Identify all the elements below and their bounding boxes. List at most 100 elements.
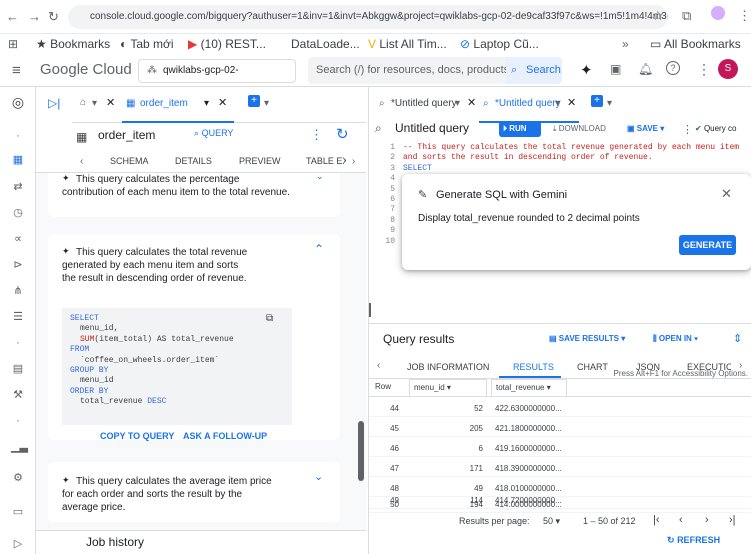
chevron-left-icon[interactable]: ‹ [80, 156, 83, 167]
new-tab-icon[interactable]: + [248, 95, 260, 107]
profile-icon[interactable] [711, 6, 725, 20]
tab-untitled-query-1[interactable]: ⌕ *Untitled query ▾ ✕ [375, 87, 476, 123]
bookmark-item[interactable]: V List All Tim... [368, 37, 447, 51]
tab-schema[interactable]: SCHEMA [110, 156, 149, 166]
all-bookmarks[interactable]: ▭ All Bookmarks [650, 37, 741, 51]
tab-menu-icon[interactable]: ▾ [204, 98, 209, 109]
tab-table-explorer[interactable]: TABLE EX [306, 156, 346, 166]
chevron-right-icon[interactable]: › [739, 360, 742, 371]
save-results-button[interactable]: ▤ SAVE RESULTS ▾ [549, 334, 625, 343]
chevron-down-icon[interactable]: ⌄ [314, 470, 323, 483]
ask-follow-up-button[interactable]: ASK A FOLLOW-UP [183, 431, 267, 441]
close-tab-icon[interactable]: ✕ [567, 96, 576, 109]
prompt-input[interactable]: Display total_revenue rounded to 2 decim… [418, 213, 640, 224]
wrench-icon[interactable]: ⚒ [11, 388, 25, 402]
reload-icon[interactable]: ↻ [48, 9, 59, 25]
tab-menu-icon[interactable]: ▾ [455, 98, 460, 109]
settings-icon[interactable]: ⚙ [11, 471, 25, 485]
editor-resize-handle[interactable] [369, 303, 371, 317]
bookmark-item[interactable]: DataLoade... [291, 37, 360, 51]
google-cloud-logo[interactable]: Google Cloud [40, 61, 132, 78]
tab-preview[interactable]: PREVIEW [239, 156, 281, 166]
pipeline-icon[interactable]: ∝ [11, 232, 25, 246]
chart-icon[interactable]: ▁▃ [11, 440, 28, 454]
tab-order-item[interactable]: ▦ order_item ▾ ✕ [122, 87, 234, 123]
gemini-icon[interactable]: ✦ [580, 61, 593, 79]
first-page-icon[interactable]: |‹ [653, 514, 660, 526]
prev-page-icon[interactable]: ‹ [679, 514, 683, 526]
tab-job-information[interactable]: JOB INFORMATION [407, 362, 489, 372]
home-icon[interactable]: ⌂ [80, 97, 86, 108]
bookmark-item[interactable]: ★ Bookmarks [36, 37, 110, 51]
tab-menu-icon[interactable]: ▾ [555, 98, 560, 109]
table-row[interactable]: 46 6 419.1600000000... [369, 441, 751, 457]
menu-icon[interactable]: ⋮ [738, 8, 751, 24]
extensions-icon[interactable]: ⧉ [682, 8, 691, 24]
more-icon[interactable]: ⋮ [310, 127, 323, 143]
chevron-left-icon[interactable]: ‹ [377, 360, 380, 371]
copy-to-query-button[interactable]: COPY TO QUERY [100, 431, 174, 441]
query-button[interactable]: ⌕ QUERY [194, 128, 233, 139]
more-icon[interactable]: ⋮ [697, 61, 711, 78]
graph-icon[interactable]: ⋔ [11, 284, 25, 298]
more-icon[interactable]: ⋮ [682, 123, 693, 136]
column-header-menu-id[interactable]: menu_id ▾ [409, 379, 487, 397]
url-field[interactable]: console.cloud.google.com/bigquery?authus… [68, 5, 668, 29]
tab-json[interactable]: JSON [636, 362, 660, 372]
star-icon[interactable]: ☆ [652, 8, 664, 24]
rail-dot-icon[interactable]: · [11, 336, 25, 350]
tab-results[interactable]: RESULTS [513, 362, 554, 372]
tab-chart[interactable]: CHART [577, 362, 608, 372]
table-icon[interactable]: ▤ [11, 362, 25, 376]
table-row[interactable]: 44 52 422.6300000000... [369, 401, 751, 417]
job-history-bar[interactable]: Job history [36, 530, 366, 554]
search-button[interactable]: ⌕ Search [506, 57, 562, 84]
results-per-page-select[interactable]: 50 ▾ [543, 516, 560, 527]
refresh-icon[interactable]: ↻ [336, 125, 349, 143]
home-tab-menu-icon[interactable]: ▾ [92, 98, 97, 109]
tab-details[interactable]: DETAILS [175, 156, 212, 166]
terminal-icon[interactable]: ▣ [610, 62, 621, 76]
list-icon[interactable]: ☰ [11, 310, 25, 324]
transfer-icon[interactable]: ⇄ [11, 180, 25, 194]
copy-icon[interactable]: ⧉ [266, 313, 273, 324]
expand-rail-icon[interactable]: ▷ [11, 537, 25, 551]
search-input[interactable]: Search (/) for resources, docs, products… [308, 57, 506, 84]
bookmark-item[interactable]: ▶ (10) REST... [188, 37, 266, 51]
more-bookmarks-icon[interactable]: » [622, 37, 629, 51]
run-button[interactable]: ⏵ RUN [499, 121, 541, 137]
scrollbar-thumb[interactable] [358, 421, 364, 481]
explorer-icon[interactable]: ▦ [11, 153, 25, 167]
next-page-icon[interactable]: › [705, 514, 709, 526]
close-tab-icon[interactable]: ✕ [467, 96, 476, 109]
new-query-icon[interactable]: + [591, 95, 603, 107]
hamburger-icon[interactable]: ≡ [12, 62, 21, 79]
document-icon[interactable]: ▭ [11, 505, 25, 519]
save-button[interactable]: ▣ SAVE ▾ [627, 124, 664, 133]
expand-results-icon[interactable]: ⇕ [733, 332, 742, 345]
close-icon[interactable]: ✕ [721, 186, 732, 202]
forward-icon[interactable]: → [28, 9, 41, 24]
new-query-menu-icon[interactable]: ▾ [607, 98, 612, 109]
avatar[interactable]: S [718, 59, 738, 79]
chevron-right-icon[interactable]: › [352, 156, 355, 167]
chevron-up-icon[interactable]: ⌃ [314, 242, 324, 256]
apps-icon[interactable]: ⊞ [8, 37, 18, 51]
tab-execution[interactable]: EXECUTION [687, 362, 731, 372]
refresh-button[interactable]: ↻ REFRESH [667, 535, 720, 546]
rail-dot-icon[interactable]: · [11, 129, 25, 143]
chevron-down-icon[interactable]: ⌄ [316, 173, 324, 182]
new-tab-menu-icon[interactable]: ▾ [264, 98, 269, 109]
generate-button[interactable]: GENERATE [679, 235, 736, 255]
table-row[interactable]: 47 171 418.3900000000... [369, 461, 751, 477]
table-row[interactable]: 45 205 421.1800000000... [369, 421, 751, 437]
close-tab-icon[interactable]: ✕ [106, 96, 115, 109]
tab-untitled-query-2[interactable]: ⌕ *Untitled query ▾ ✕ [479, 87, 579, 123]
open-in-button[interactable]: ⫼ OPEN IN ▾ [653, 334, 698, 344]
download-button[interactable]: ⤓ DOWNLOAD [553, 124, 606, 134]
bookmark-item[interactable]: ⊘ Laptop Cũ... [460, 37, 539, 51]
connector-icon[interactable]: ⊳ [11, 258, 25, 272]
back-icon[interactable]: ← [6, 9, 19, 24]
clock-icon[interactable]: ◷ [11, 206, 25, 220]
bookmark-item[interactable]: ◐ Tab mới [120, 37, 174, 51]
